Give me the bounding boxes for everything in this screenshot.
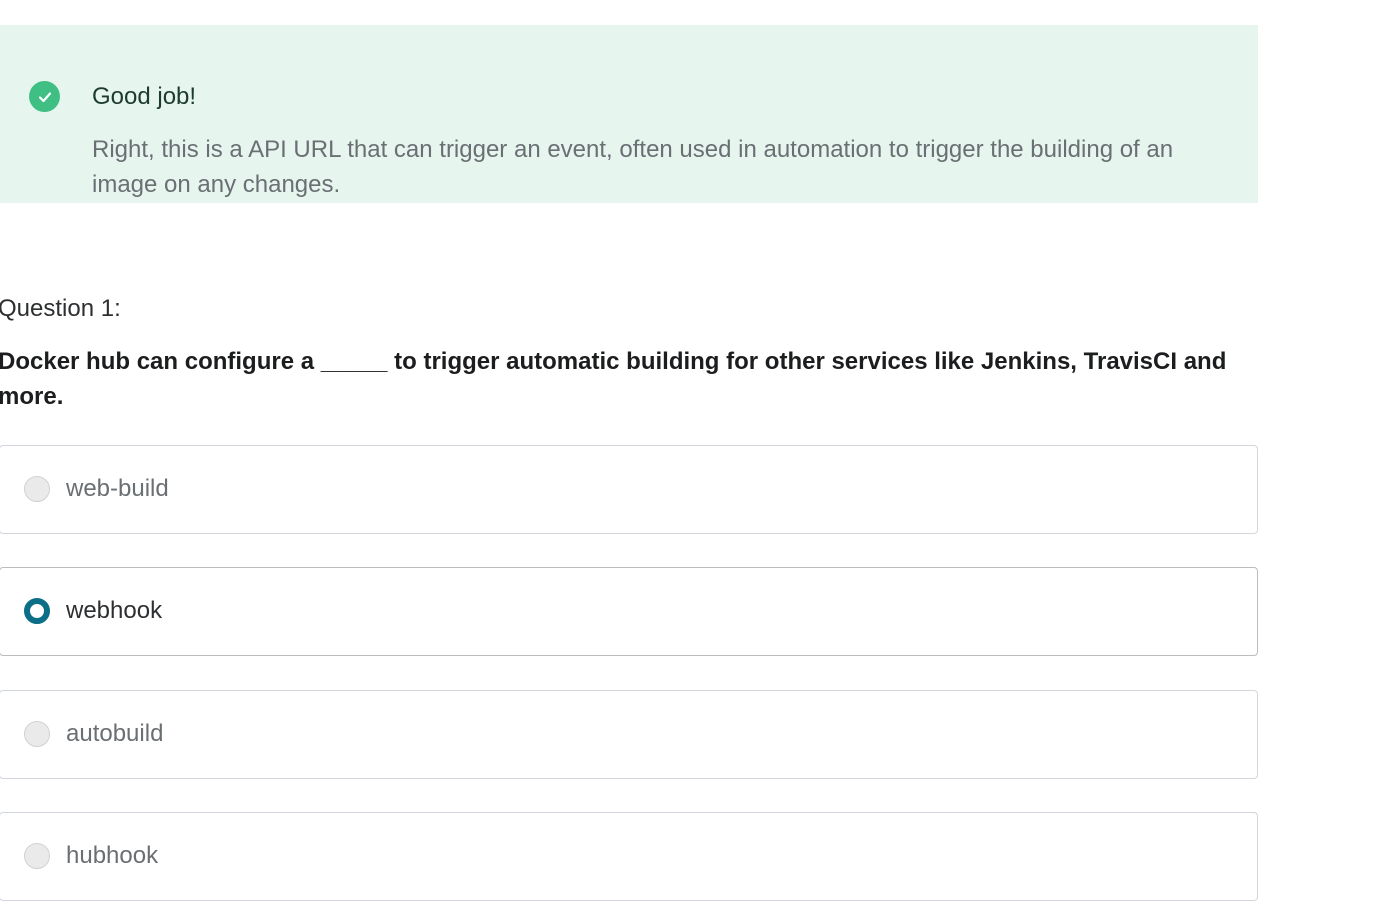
radio-button[interactable] — [24, 476, 50, 502]
answer-option-autobuild[interactable]: autobuild — [0, 690, 1258, 779]
radio-button[interactable] — [24, 721, 50, 747]
answer-option-label: webhook — [66, 597, 163, 624]
answer-option-hubhook[interactable]: hubhook — [0, 812, 1258, 901]
answer-option-label: hubhook — [66, 842, 159, 869]
answer-option-webhook[interactable]: webhook — [0, 567, 1258, 656]
feedback-message: Right, this is a API URL that can trigge… — [92, 136, 1174, 198]
check-circle-icon — [29, 81, 60, 112]
answer-option-label: autobuild — [66, 720, 164, 747]
radio-button[interactable] — [24, 843, 50, 869]
feedback-banner: Good job! Right, this is a API URL that … — [0, 25, 1258, 203]
quiz-page: Good job! Right, this is a API URL that … — [0, 0, 1396, 920]
answer-option-web-build[interactable]: web-build — [0, 445, 1258, 534]
feedback-title: Good job! — [92, 83, 197, 110]
answer-option-label: web-build — [66, 475, 169, 502]
question-prompt: Docker hub can configure a _____ to trig… — [0, 348, 1227, 410]
radio-button-selected[interactable] — [24, 598, 50, 624]
question-number: Question 1: — [0, 295, 121, 322]
